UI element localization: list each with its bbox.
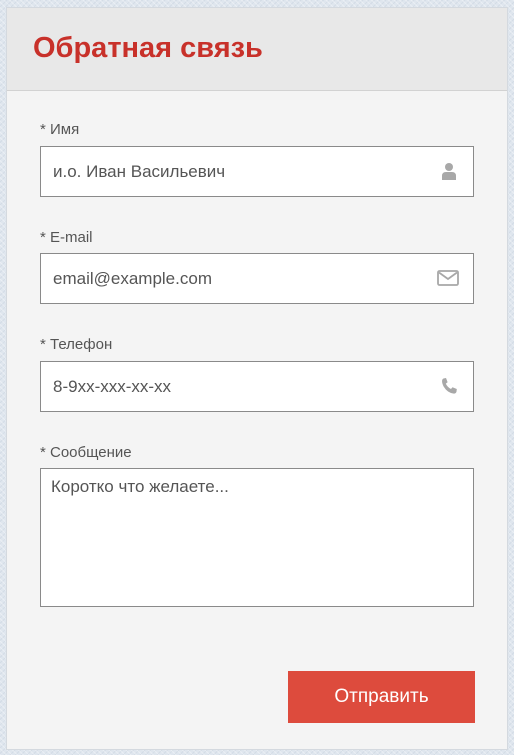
feedback-form-panel: Обратная связь * Имя * E-mail * Телефон: [7, 8, 507, 749]
phone-label: * Телефон: [40, 336, 113, 353]
message-field[interactable]: [40, 468, 474, 607]
message-label: * Сообщение: [40, 444, 132, 461]
envelope-icon: [436, 268, 460, 288]
email-input[interactable]: [41, 254, 433, 303]
name-field[interactable]: [40, 146, 474, 197]
message-input[interactable]: [41, 469, 473, 606]
phone-icon: [439, 376, 459, 396]
name-input[interactable]: [41, 147, 433, 196]
email-field[interactable]: [40, 253, 474, 304]
phone-input[interactable]: [41, 362, 433, 411]
submit-button[interactable]: Отправить: [288, 671, 475, 723]
name-label: * Имя: [40, 121, 80, 138]
form-title: Обратная связь: [33, 32, 263, 64]
form-header: Обратная связь: [7, 8, 507, 91]
phone-field[interactable]: [40, 361, 474, 412]
user-icon: [439, 161, 459, 181]
email-label: * E-mail: [40, 229, 93, 246]
